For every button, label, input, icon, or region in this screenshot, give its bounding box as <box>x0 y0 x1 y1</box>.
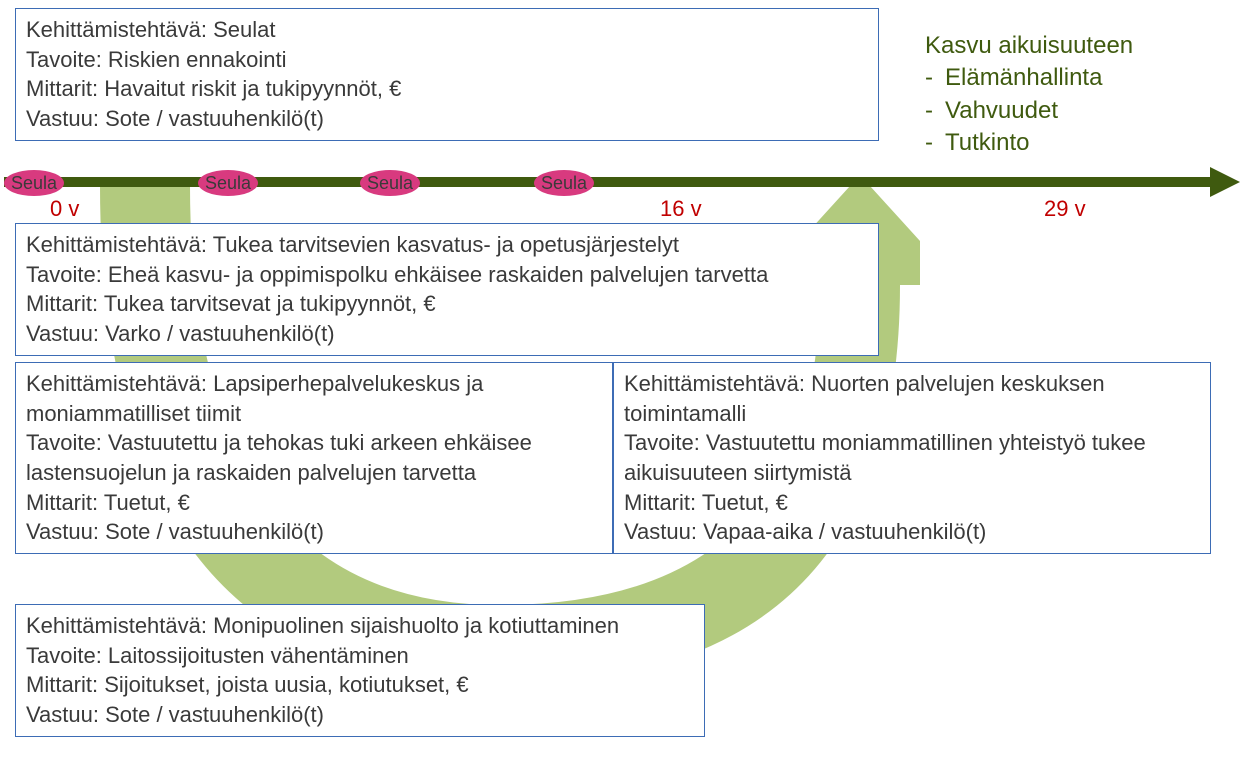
timeline-line <box>4 177 1214 187</box>
metrics-line: Mittarit: Sijoitukset, joista uusia, kot… <box>26 670 694 700</box>
task-line: Kehittämistehtävä: Seulat <box>26 15 868 45</box>
metrics-line: Mittarit: Havaitut riskit ja tukipyynnöt… <box>26 74 868 104</box>
task-line: Kehittämistehtävä: Nuorten palvelujen ke… <box>624 369 1200 428</box>
goal-line: Tavoite: Eheä kasvu- ja oppimispolku ehk… <box>26 260 868 290</box>
age-label: 16 v <box>660 196 702 222</box>
growth-item: -Vahvuudet <box>925 95 1133 127</box>
growth-item: -Tutkinto <box>925 127 1133 159</box>
age-label: 0 v <box>50 196 79 222</box>
task-box-seulat: Kehittämistehtävä: Seulat Tavoite: Riski… <box>15 8 879 141</box>
seula-marker: Seula <box>360 170 420 196</box>
growth-heading: Kasvu aikuisuuteen -Elämänhallinta -Vahv… <box>925 30 1133 160</box>
arrow-right-icon <box>1210 167 1240 197</box>
task-box-lapsiperhe: Kehittämistehtävä: Lapsiperhepalvelukesk… <box>15 362 613 554</box>
goal-line: Tavoite: Riskien ennakointi <box>26 45 868 75</box>
growth-title: Kasvu aikuisuuteen <box>925 30 1133 62</box>
task-line: Kehittämistehtävä: Lapsiperhepalvelukesk… <box>26 369 602 428</box>
metrics-line: Mittarit: Tuetut, € <box>26 488 602 518</box>
timeline <box>4 177 1240 187</box>
responsibility-line: Vastuu: Sote / vastuuhenkilö(t) <box>26 104 868 134</box>
seula-marker: Seula <box>198 170 258 196</box>
goal-line: Tavoite: Vastuutettu ja tehokas tuki ark… <box>26 428 602 487</box>
responsibility-line: Vastuu: Vapaa-aika / vastuuhenkilö(t) <box>624 517 1200 547</box>
responsibility-line: Vastuu: Varko / vastuuhenkilö(t) <box>26 319 868 349</box>
task-box-sijaishuolto: Kehittämistehtävä: Monipuolinen sijaishu… <box>15 604 705 737</box>
task-box-nuoret: Kehittämistehtävä: Nuorten palvelujen ke… <box>613 362 1211 554</box>
goal-line: Tavoite: Vastuutettu moniammatillinen yh… <box>624 428 1200 487</box>
task-line: Kehittämistehtävä: Tukea tarvitsevien ka… <box>26 230 868 260</box>
seula-marker: Seula <box>534 170 594 196</box>
growth-item: -Elämänhallinta <box>925 62 1133 94</box>
seula-marker: Seula <box>4 170 64 196</box>
age-label: 29 v <box>1044 196 1086 222</box>
responsibility-line: Vastuu: Sote / vastuuhenkilö(t) <box>26 700 694 730</box>
task-box-kasvatus: Kehittämistehtävä: Tukea tarvitsevien ka… <box>15 223 879 356</box>
responsibility-line: Vastuu: Sote / vastuuhenkilö(t) <box>26 517 602 547</box>
metrics-line: Mittarit: Tuetut, € <box>624 488 1200 518</box>
metrics-line: Mittarit: Tukea tarvitsevat ja tukipyynn… <box>26 289 868 319</box>
task-line: Kehittämistehtävä: Monipuolinen sijaishu… <box>26 611 694 641</box>
goal-line: Tavoite: Laitossijoitusten vähentäminen <box>26 641 694 671</box>
